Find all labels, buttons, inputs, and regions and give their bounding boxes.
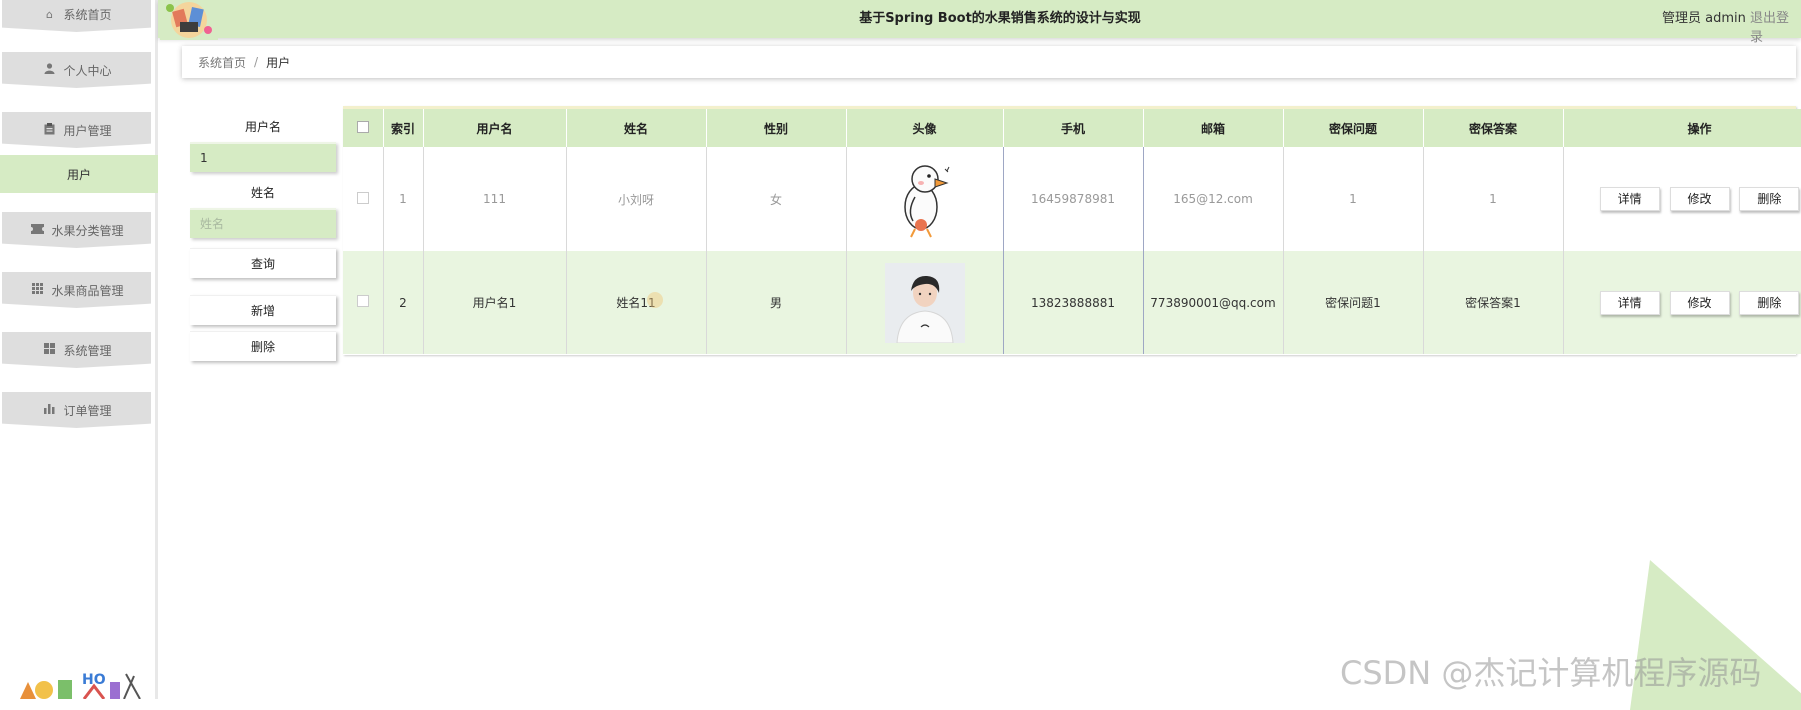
ticket-icon	[29, 223, 45, 237]
column-header: 操作	[1563, 109, 1801, 147]
sidebar-item-label: 水果分类管理	[51, 223, 124, 238]
breadcrumb: 系统首页 / 用户	[182, 46, 1796, 78]
user-table: 索引 用户名 姓名 性别 头像 手机 邮箱 密保问题 密保答案 操作 1 111…	[343, 106, 1801, 355]
detail-button[interactable]: 详情	[1599, 290, 1660, 315]
column-header: 姓名	[566, 109, 707, 147]
column-header: 邮箱	[1143, 109, 1284, 147]
security-question-cell: 1	[1283, 147, 1424, 251]
sidebar-item-fruit-category[interactable]: 水果分类管理	[2, 212, 151, 248]
current-user-label: 管理员 admin	[1662, 11, 1746, 26]
sidebar-item-user-management[interactable]: 用户管理	[2, 112, 151, 148]
column-header: 头像	[846, 109, 1004, 147]
sidebar-item-home[interactable]: ⌂ 系统首页	[2, 0, 151, 32]
row-checkbox[interactable]	[356, 295, 369, 307]
table-header-row: 索引 用户名 姓名 性别 头像 手机 邮箱 密保问题 密保答案 操作	[343, 109, 1801, 147]
logout-link[interactable]: 退出登录	[1750, 7, 1801, 45]
name-cell: 姓名11	[566, 251, 707, 354]
sidebar-item-system-management[interactable]: 系统管理	[2, 332, 151, 368]
actions-cell: 详情 修改 删除	[1563, 147, 1801, 251]
sidebar: ⌂ 系统首页 个人中心 用户管理 用户 水果分类管理 水果商品管理 系统管理 订…	[0, 0, 158, 699]
row-select-cell[interactable]	[343, 147, 384, 251]
index-cell: 2	[383, 251, 424, 354]
name-input[interactable]	[190, 208, 336, 238]
sidebar-item-label: 用户管理	[63, 123, 112, 138]
security-question-cell: 密保问题1	[1283, 251, 1424, 354]
column-header: 手机	[1003, 109, 1144, 147]
actions-cell: 详情 修改 删除	[1563, 251, 1801, 354]
sidebar-item-label: 系统首页	[63, 7, 112, 22]
column-header: 用户名	[423, 109, 567, 147]
home-icon: ⌂	[45, 7, 53, 21]
edit-button[interactable]: 修改	[1669, 187, 1730, 211]
gender-cell: 女	[706, 147, 847, 251]
query-button[interactable]: 查询	[190, 248, 336, 278]
sidebar-item-fruit-products[interactable]: 水果商品管理	[2, 272, 151, 308]
avatar-cell	[846, 147, 1004, 251]
column-header: 性别	[706, 109, 847, 147]
sidebar-item-personal-center[interactable]: 个人中心	[2, 52, 151, 88]
clipboard-icon	[41, 122, 57, 138]
bar-chart-icon	[41, 403, 57, 417]
duck-cartoon-avatar[interactable]	[884, 159, 965, 239]
email-cell: 165@12.com	[1143, 147, 1284, 251]
column-header: 索引	[383, 109, 424, 147]
grid-icon	[29, 283, 45, 297]
cursor-highlight	[647, 292, 663, 308]
breadcrumb-current: 用户	[266, 55, 291, 70]
sidebar-item-users[interactable]: 用户	[0, 155, 158, 193]
delete-button[interactable]: 删除	[1739, 187, 1800, 211]
avatar-cell	[846, 251, 1004, 354]
column-header: 密保答案	[1423, 109, 1564, 147]
breadcrumb-home-link[interactable]: 系统首页	[198, 54, 246, 71]
select-all-checkbox[interactable]	[356, 120, 369, 133]
app-title: 基于Spring Boot的水果销售系统的设计与实现	[859, 11, 1141, 26]
sidebar-item-label: 用户	[66, 167, 91, 182]
delete-button[interactable]: 删除	[1739, 290, 1800, 315]
row-checkbox[interactable]	[356, 191, 369, 204]
batch-delete-button[interactable]: 删除	[190, 331, 336, 361]
select-all-cell[interactable]	[343, 109, 384, 147]
email-cell: 773890001@qq.com	[1143, 251, 1284, 354]
column-header: 密保问题	[1283, 109, 1424, 147]
username-cell: 用户名1	[423, 251, 567, 354]
table-row: 2 用户名1 姓名11 男 13823888881 773890001@qq.c…	[343, 251, 1801, 354]
app-logo	[160, 0, 218, 40]
row-select-cell[interactable]	[343, 251, 384, 354]
breadcrumb-separator: /	[254, 55, 259, 69]
tiles-icon	[41, 343, 57, 357]
security-answer-cell: 1	[1423, 147, 1564, 251]
table-row: 1 111 小刘呀 女 16459878981 165@12.com 1 1 详…	[343, 147, 1801, 251]
detail-button[interactable]: 详情	[1599, 187, 1660, 211]
person-photo-avatar[interactable]	[884, 262, 965, 343]
add-button[interactable]: 新增	[190, 295, 336, 325]
security-answer-cell: 密保答案1	[1423, 251, 1564, 354]
sidebar-item-label: 个人中心	[63, 63, 112, 78]
username-label: 用户名	[244, 120, 281, 134]
gender-cell: 男	[706, 251, 847, 354]
phone-cell: 13823888881	[1003, 251, 1144, 354]
doodle-illustration: HO	[20, 672, 141, 699]
phone-cell: 16459878981	[1003, 147, 1144, 251]
username-input[interactable]	[190, 142, 336, 172]
watermark-text: CSDN @杰记计算机程序源码	[1340, 654, 1762, 692]
index-cell: 1	[383, 147, 424, 251]
sidebar-item-label: 水果商品管理	[51, 283, 124, 298]
edit-button[interactable]: 修改	[1669, 290, 1730, 315]
username-cell: 111	[423, 147, 567, 251]
sidebar-item-label: 系统管理	[63, 343, 112, 358]
name-label: 姓名	[250, 186, 275, 200]
person-icon	[41, 63, 57, 77]
sidebar-item-label: 订单管理	[63, 403, 112, 418]
sidebar-item-order-management[interactable]: 订单管理	[2, 392, 151, 428]
name-cell: 小刘呀	[566, 147, 707, 251]
